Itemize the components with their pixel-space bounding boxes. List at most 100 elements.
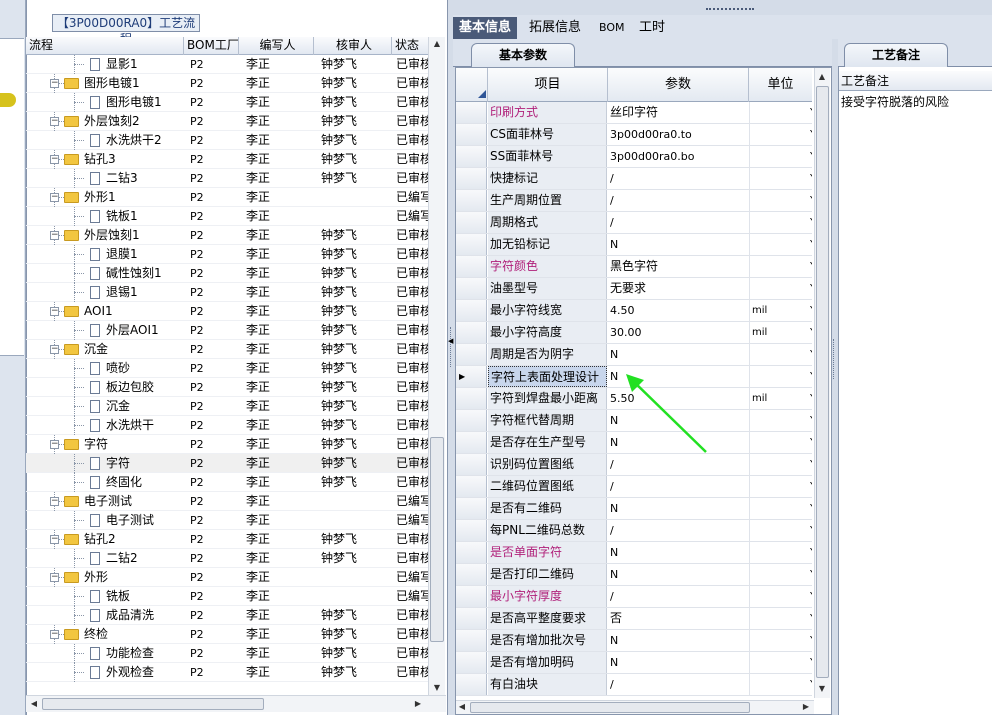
param-value[interactable]: N bbox=[608, 234, 748, 255]
scroll-right-icon[interactable]: ▶ bbox=[800, 701, 812, 713]
param-row[interactable]: 是否打印二维码N Y bbox=[456, 564, 812, 586]
collapse-toggle-icon[interactable]: − bbox=[50, 573, 59, 582]
column-header-status[interactable]: 状态 bbox=[392, 37, 428, 55]
row-selector[interactable] bbox=[456, 410, 487, 431]
scroll-up-icon[interactable]: ▲ bbox=[815, 70, 829, 84]
param-row[interactable]: 周期是否为阴字N Y bbox=[456, 344, 812, 366]
param-value[interactable]: N bbox=[608, 344, 748, 365]
tab-work-hours[interactable]: 工时 bbox=[633, 17, 671, 39]
param-row[interactable]: 是否有增加批次号N Y bbox=[456, 630, 812, 652]
param-row[interactable]: SS面菲林号3p00d00ra0.bo Y bbox=[456, 146, 812, 168]
flow-vertical-scrollbar[interactable]: ▲ ▼ bbox=[428, 37, 445, 695]
param-value[interactable]: / bbox=[608, 190, 748, 211]
param-value[interactable]: / bbox=[608, 212, 748, 233]
row-selector[interactable] bbox=[456, 630, 487, 651]
scroll-up-icon[interactable]: ▲ bbox=[429, 37, 445, 51]
row-selector[interactable] bbox=[456, 278, 487, 299]
flow-horizontal-scrollbar[interactable]: ◀ ▶ bbox=[26, 695, 446, 712]
row-selector[interactable] bbox=[456, 212, 487, 233]
row-selector[interactable] bbox=[456, 190, 487, 211]
column-header-flow[interactable]: 流程 bbox=[26, 37, 184, 55]
row-selector[interactable] bbox=[456, 586, 487, 607]
param-value[interactable]: 3p00d00ra0.to bbox=[608, 124, 748, 145]
tree-row[interactable]: 水洗烘干2 P2 李正 钟梦飞 已审核 bbox=[26, 131, 428, 150]
tree-row[interactable]: 碱性蚀刻1 P2 李正 钟梦飞 已审核 bbox=[26, 264, 428, 283]
tree-row[interactable]: 外层AOI1 P2 李正 钟梦飞 已审核 bbox=[26, 321, 428, 340]
flow-horizontal-scroll-thumb[interactable] bbox=[42, 698, 264, 710]
param-row[interactable]: 字符颜色黑色字符 Y bbox=[456, 256, 812, 278]
param-value[interactable]: / bbox=[608, 168, 748, 189]
tree-row[interactable]: − 钻孔2 P2 李正 钟梦飞 已审核 bbox=[26, 530, 428, 549]
param-value[interactable]: 3p00d00ra0.bo bbox=[608, 146, 748, 167]
tree-row[interactable]: − 外层蚀刻1 P2 李正 钟梦飞 已审核 bbox=[26, 226, 428, 245]
row-selector[interactable] bbox=[456, 652, 487, 673]
column-header-bom[interactable]: BOM工厂 bbox=[184, 37, 239, 55]
scroll-right-icon[interactable]: ▶ bbox=[412, 697, 424, 711]
row-selector[interactable] bbox=[456, 168, 487, 189]
tree-row[interactable]: 图形电镀1 P2 李正 钟梦飞 已审核 bbox=[26, 93, 428, 112]
tree-row[interactable]: 字符 P2 李正 钟梦飞 已审核 bbox=[26, 454, 428, 473]
row-selector[interactable] bbox=[456, 388, 487, 409]
splitter-collapse-icon[interactable]: ◀ bbox=[448, 337, 453, 345]
row-selector[interactable] bbox=[456, 564, 487, 585]
row-selector[interactable] bbox=[456, 234, 487, 255]
param-row[interactable]: CS面菲林号3p00d00ra0.to Y bbox=[456, 124, 812, 146]
collapse-toggle-icon[interactable]: − bbox=[50, 117, 59, 126]
tree-row[interactable]: − 终检 P2 李正 钟梦飞 已审核 bbox=[26, 625, 428, 644]
row-selector[interactable] bbox=[456, 102, 487, 123]
param-horizontal-scrollbar[interactable]: ◀ ▶ bbox=[456, 700, 814, 714]
tree-row[interactable]: 二钻2 P2 李正 钟梦飞 已审核 bbox=[26, 549, 428, 568]
param-row[interactable]: 生产周期位置/ Y bbox=[456, 190, 812, 212]
tree-row[interactable]: − 外形 P2 李正 已编写 bbox=[26, 568, 428, 587]
tab-extended-info[interactable]: 拓展信息 bbox=[523, 17, 587, 39]
collapse-toggle-icon[interactable]: − bbox=[50, 497, 59, 506]
notes-text[interactable]: 接受字符脱落的风险 bbox=[841, 93, 949, 110]
tree-row[interactable]: 沉金 P2 李正 钟梦飞 已审核 bbox=[26, 397, 428, 416]
param-vertical-scrollbar[interactable]: ▲ ▼ bbox=[814, 68, 830, 698]
param-row[interactable]: 识别码位置图纸/ Y bbox=[456, 454, 812, 476]
tree-row[interactable]: 铣板 P2 李正 已编写 bbox=[26, 587, 428, 606]
column-header-value[interactable]: 参数 bbox=[608, 68, 749, 102]
param-row[interactable]: 是否高平整度要求否 Y bbox=[456, 608, 812, 630]
param-row[interactable]: 每PNL二维码总数/ Y bbox=[456, 520, 812, 542]
tree-row[interactable]: − 字符 P2 李正 钟梦飞 已审核 bbox=[26, 435, 428, 454]
tree-row[interactable]: − 沉金 P2 李正 钟梦飞 已审核 bbox=[26, 340, 428, 359]
collapse-toggle-icon[interactable]: − bbox=[50, 155, 59, 164]
tree-row[interactable]: 外观检查 P2 李正 钟梦飞 已审核 bbox=[26, 663, 428, 682]
tree-row[interactable]: − 图形电镀1 P2 李正 钟梦飞 已审核 bbox=[26, 74, 428, 93]
param-row[interactable]: 二维码位置图纸/ Y bbox=[456, 476, 812, 498]
collapse-toggle-icon[interactable]: − bbox=[50, 307, 59, 316]
param-row[interactable]: 是否有二维码N Y bbox=[456, 498, 812, 520]
tree-row[interactable]: − 外层蚀刻2 P2 李正 钟梦飞 已审核 bbox=[26, 112, 428, 131]
tree-row[interactable]: 二钻3 P2 李正 钟梦飞 已审核 bbox=[26, 169, 428, 188]
param-vertical-scroll-thumb[interactable] bbox=[816, 86, 829, 678]
scroll-down-icon[interactable]: ▼ bbox=[429, 681, 445, 695]
param-horizontal-scroll-thumb[interactable] bbox=[470, 702, 750, 713]
tree-row[interactable]: − 电子测试 P2 李正 已编写 bbox=[26, 492, 428, 511]
row-selector[interactable] bbox=[456, 344, 487, 365]
param-row[interactable]: 最小字符高度30.00 mil Y bbox=[456, 322, 812, 344]
param-value[interactable]: / bbox=[608, 476, 748, 497]
row-selector[interactable] bbox=[456, 432, 487, 453]
param-row[interactable]: 印刷方式丝印字符 Y bbox=[456, 102, 812, 124]
collapse-toggle-icon[interactable]: − bbox=[50, 630, 59, 639]
scroll-left-icon[interactable]: ◀ bbox=[28, 697, 40, 711]
column-header-item[interactable]: 项目 bbox=[488, 68, 608, 102]
tree-row[interactable]: 显影1 P2 李正 钟梦飞 已审核 bbox=[26, 55, 428, 74]
collapse-toggle-icon[interactable]: − bbox=[50, 193, 59, 202]
tree-row[interactable]: 电子测试 P2 李正 已编写 bbox=[26, 511, 428, 530]
tree-row[interactable]: 板边包胶 P2 李正 钟梦飞 已审核 bbox=[26, 378, 428, 397]
row-selector[interactable] bbox=[456, 454, 487, 475]
collapse-toggle-icon[interactable]: − bbox=[50, 345, 59, 354]
param-value[interactable]: 丝印字符 bbox=[608, 102, 748, 123]
collapse-toggle-icon[interactable]: − bbox=[50, 440, 59, 449]
tree-row[interactable]: 终固化 P2 李正 钟梦飞 已审核 bbox=[26, 473, 428, 492]
param-value[interactable]: N bbox=[608, 498, 748, 519]
param-value[interactable]: 30.00 bbox=[608, 322, 748, 343]
row-selector[interactable]: ▶ bbox=[456, 366, 487, 387]
tree-row[interactable]: 铣板1 P2 李正 已编写 bbox=[26, 207, 428, 226]
row-selector[interactable] bbox=[456, 674, 487, 695]
param-value[interactable]: N bbox=[608, 652, 748, 673]
tree-row[interactable]: 退膜1 P2 李正 钟梦飞 已审核 bbox=[26, 245, 428, 264]
row-selector[interactable] bbox=[456, 476, 487, 497]
